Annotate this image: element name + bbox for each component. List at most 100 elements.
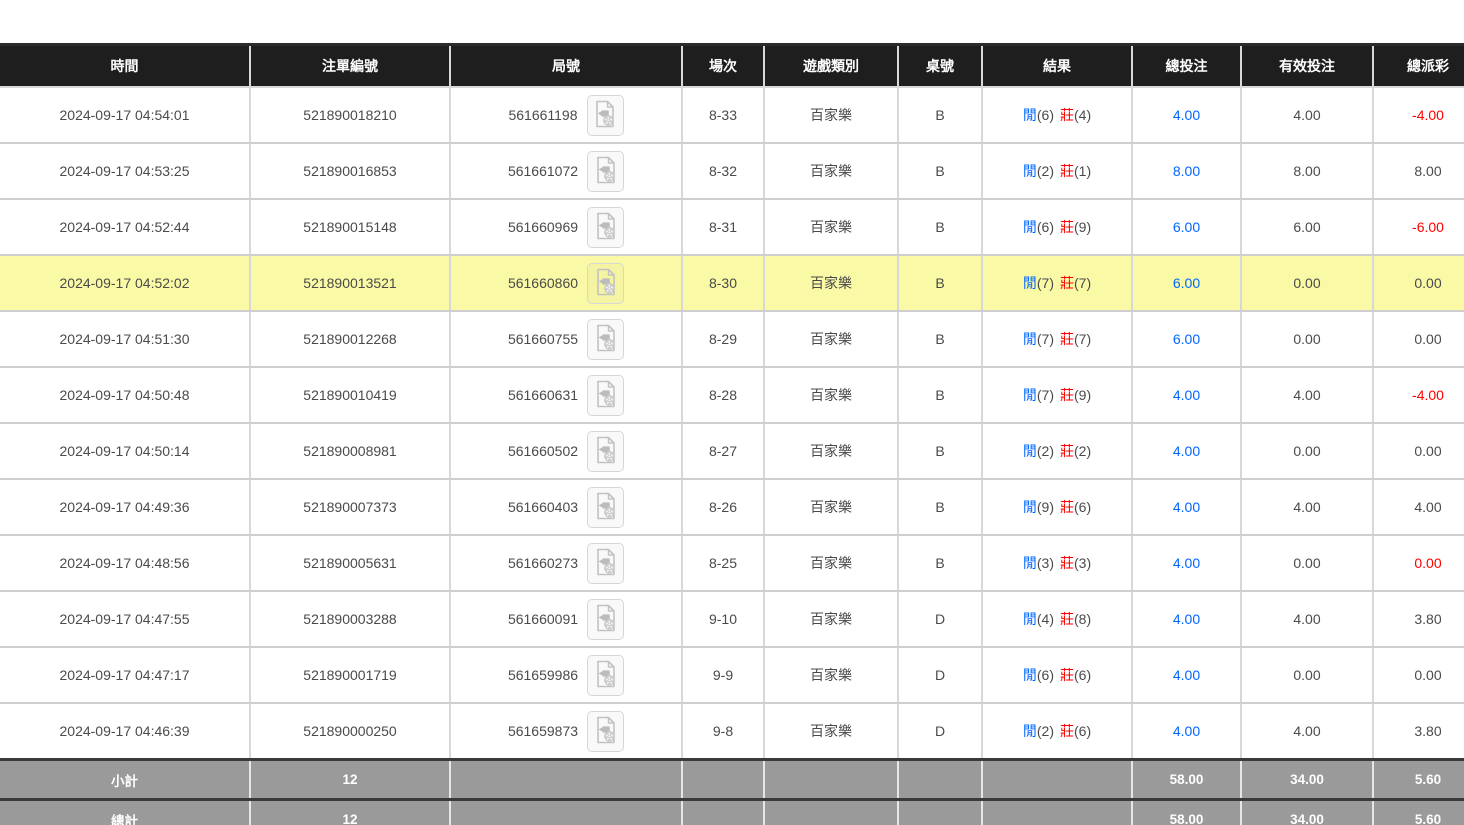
cell-total-payout: 0.00 [1373,311,1464,367]
col-header-round-id: 局號 [450,45,682,88]
table-row[interactable]: 2024-09-17 04:52:44521890015148561660969… [0,199,1464,255]
col-header-valid-bet: 有效投注 [1241,45,1373,88]
replay-video-button[interactable] [587,487,624,528]
bet-history-table: 時間 注單編號 局號 場次 遊戲類別 桌號 結果 總投注 有效投注 總派彩 20… [0,43,1464,825]
player-score: (2) [1037,443,1054,459]
table-row[interactable]: 2024-09-17 04:53:25521890016853561661072… [0,143,1464,199]
cell-total-bet: 6.00 [1132,199,1241,255]
video-file-icon [594,380,618,411]
cell-round-id: 561660860 [450,255,682,311]
player-result-label: 閒 [1023,219,1037,235]
cell-round-id: 561659873 [450,703,682,760]
cell-result: 閒(3)莊(3) [982,535,1132,591]
replay-video-button[interactable] [587,599,624,640]
player-result-label: 閒 [1023,275,1037,291]
bet-history-table-wrap: 時間 注單編號 局號 場次 遊戲類別 桌號 結果 總投注 有效投注 總派彩 20… [0,43,1464,825]
replay-video-button[interactable] [587,655,624,696]
table-row[interactable]: 2024-09-17 04:54:01521890018210561661198… [0,87,1464,143]
round-number: 561660502 [508,443,578,459]
cell-valid-bet: 4.00 [1241,367,1373,423]
replay-video-button[interactable] [587,431,624,472]
player-score: (7) [1037,331,1054,347]
cell-table-no: B [898,311,982,367]
table-row[interactable]: 2024-09-17 04:46:39521890000250561659873… [0,703,1464,760]
player-score: (4) [1037,611,1054,627]
cell-total-bet: 4.00 [1132,591,1241,647]
replay-video-button[interactable] [587,319,624,360]
banker-result-label: 莊 [1060,443,1074,459]
col-header-session: 場次 [682,45,764,88]
round-number: 561660273 [508,555,578,571]
table-row[interactable]: 2024-09-17 04:50:14521890008981561660502… [0,423,1464,479]
replay-video-button[interactable] [587,543,624,584]
banker-score: (7) [1074,331,1091,347]
replay-video-button[interactable] [587,263,624,304]
video-file-icon [594,716,618,747]
table-body: 2024-09-17 04:54:01521890018210561661198… [0,87,1464,760]
banker-result-label: 莊 [1060,387,1074,403]
video-file-icon [593,100,617,131]
cell-valid-bet: 4.00 [1241,87,1373,143]
replay-video-button[interactable] [587,375,624,416]
replay-video-button[interactable] [587,711,624,752]
cell-time: 2024-09-17 04:52:44 [0,199,250,255]
table-row[interactable]: 2024-09-17 04:51:30521890012268561660755… [0,311,1464,367]
replay-video-button[interactable] [587,151,624,192]
cell-table-no: D [898,647,982,703]
cell-table-no: B [898,255,982,311]
cell-session: 9-9 [682,647,764,703]
cell-game-type: 百家樂 [764,479,898,535]
col-header-bet-id: 注單編號 [250,45,450,88]
cell-round-id: 561660631 [450,367,682,423]
cell-total-bet: 4.00 [1132,479,1241,535]
grand-total-empty-cell [682,800,764,825]
cell-result: 閒(7)莊(7) [982,311,1132,367]
cell-result: 閒(2)莊(1) [982,143,1132,199]
cell-round-id: 561661198 [450,87,682,143]
cell-game-type: 百家樂 [764,423,898,479]
subtotal-empty-cell [764,760,898,800]
cell-round-id: 561660502 [450,423,682,479]
table-row[interactable]: 2024-09-17 04:50:48521890010419561660631… [0,367,1464,423]
round-number: 561660860 [508,275,578,291]
cell-total-payout: 0.00 [1373,647,1464,703]
grand-total-valid-bet: 34.00 [1241,800,1373,825]
video-file-icon [594,660,618,691]
cell-valid-bet: 0.00 [1241,423,1373,479]
cell-bet-id: 521890013521 [250,255,450,311]
cell-result: 閒(4)莊(8) [982,591,1132,647]
cell-bet-id: 521890008981 [250,423,450,479]
cell-time: 2024-09-17 04:48:56 [0,535,250,591]
table-row[interactable]: 2024-09-17 04:52:02521890013521561660860… [0,255,1464,311]
cell-bet-id: 521890018210 [250,87,450,143]
subtotal-empty-cell [898,760,982,800]
cell-total-bet: 4.00 [1132,535,1241,591]
video-file-icon [594,492,618,523]
table-row[interactable]: 2024-09-17 04:47:55521890003288561660091… [0,591,1464,647]
round-number: 561659873 [508,723,578,739]
table-row[interactable]: 2024-09-17 04:47:17521890001719561659986… [0,647,1464,703]
replay-video-button[interactable] [587,207,624,248]
cell-table-no: D [898,591,982,647]
banker-score: (9) [1074,387,1091,403]
cell-round-id: 561660273 [450,535,682,591]
replay-video-button[interactable] [587,95,624,136]
cell-valid-bet: 0.00 [1241,255,1373,311]
cell-total-bet: 6.00 [1132,311,1241,367]
table-row[interactable]: 2024-09-17 04:48:56521890005631561660273… [0,535,1464,591]
cell-round-id: 561660969 [450,199,682,255]
cell-session: 8-33 [682,87,764,143]
cell-bet-id: 521890000250 [250,703,450,760]
cell-total-payout: 0.00 [1373,535,1464,591]
col-header-table-no: 桌號 [898,45,982,88]
table-row[interactable]: 2024-09-17 04:49:36521890007373561660403… [0,479,1464,535]
col-header-result: 結果 [982,45,1132,88]
cell-table-no: B [898,143,982,199]
banker-score: (7) [1074,275,1091,291]
cell-round-id: 561661072 [450,143,682,199]
banker-score: (3) [1074,555,1091,571]
cell-valid-bet: 4.00 [1241,591,1373,647]
subtotal-empty-cell [450,760,682,800]
cell-result: 閒(6)莊(4) [982,87,1132,143]
grand-total-empty-cell [898,800,982,825]
